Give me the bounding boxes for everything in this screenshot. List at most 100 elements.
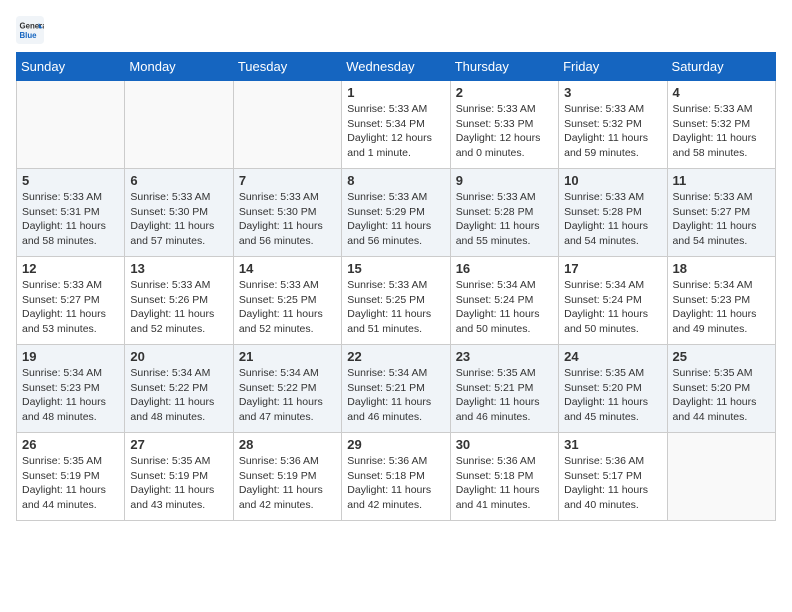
day-header-friday: Friday: [559, 53, 667, 81]
day-detail: Sunrise: 5:33 AM Sunset: 5:29 PM Dayligh…: [347, 190, 444, 249]
calendar-day-cell: 9 Sunrise: 5:33 AM Sunset: 5:28 PM Daylig…: [450, 169, 558, 257]
calendar-day-cell: [17, 81, 125, 169]
calendar-day-cell: 31 Sunrise: 5:36 AM Sunset: 5:17 PM Dayli…: [559, 433, 667, 521]
day-detail: Sunrise: 5:36 AM Sunset: 5:17 PM Dayligh…: [564, 454, 661, 513]
calendar-day-cell: 26 Sunrise: 5:35 AM Sunset: 5:19 PM Dayli…: [17, 433, 125, 521]
day-detail: Sunrise: 5:33 AM Sunset: 5:28 PM Dayligh…: [456, 190, 553, 249]
calendar-day-cell: [233, 81, 341, 169]
calendar-day-cell: [667, 433, 775, 521]
day-detail: Sunrise: 5:34 AM Sunset: 5:23 PM Dayligh…: [673, 278, 770, 337]
day-header-saturday: Saturday: [667, 53, 775, 81]
day-number: 7: [239, 173, 336, 188]
calendar-day-cell: 28 Sunrise: 5:36 AM Sunset: 5:19 PM Dayli…: [233, 433, 341, 521]
day-number: 13: [130, 261, 227, 276]
calendar-day-cell: 20Sunrise: 5:34 AM Sunset: 5:22 PM Dayli…: [125, 345, 233, 433]
calendar-week-row: 19 Sunrise: 5:34 AM Sunset: 5:23 PM Dayli…: [17, 345, 776, 433]
day-header-monday: Monday: [125, 53, 233, 81]
day-number: 4: [673, 85, 770, 100]
day-number: 15: [347, 261, 444, 276]
day-detail: Sunrise: 5:34 AM Sunset: 5:24 PM Dayligh…: [456, 278, 553, 337]
day-number: 2: [456, 85, 553, 100]
day-detail: Sunrise: 5:36 AM Sunset: 5:18 PM Dayligh…: [347, 454, 444, 513]
day-detail: Sunrise: 5:34 AM Sunset: 5:24 PM Dayligh…: [564, 278, 661, 337]
day-number: 24: [564, 349, 661, 364]
calendar-week-row: 26 Sunrise: 5:35 AM Sunset: 5:19 PM Dayli…: [17, 433, 776, 521]
calendar-day-cell: 18 Sunrise: 5:34 AM Sunset: 5:23 PM Dayli…: [667, 257, 775, 345]
day-number: 8: [347, 173, 444, 188]
logo-icon: General Blue: [16, 16, 44, 44]
calendar-day-cell: 14 Sunrise: 5:33 AM Sunset: 5:25 PM Dayli…: [233, 257, 341, 345]
day-detail: Sunrise: 5:33 AM Sunset: 5:33 PM Dayligh…: [456, 102, 553, 161]
calendar-day-cell: 13 Sunrise: 5:33 AM Sunset: 5:26 PM Dayli…: [125, 257, 233, 345]
calendar-day-cell: 25 Sunrise: 5:35 AM Sunset: 5:20 PM Dayli…: [667, 345, 775, 433]
calendar-day-cell: 2 Sunrise: 5:33 AM Sunset: 5:33 PM Daylig…: [450, 81, 558, 169]
day-number: 10: [564, 173, 661, 188]
day-detail: Sunrise: 5:33 AM Sunset: 5:27 PM Dayligh…: [22, 278, 119, 337]
calendar-day-cell: 3Sunrise: 5:33 AM Sunset: 5:32 PM Daylig…: [559, 81, 667, 169]
day-number: 19: [22, 349, 119, 364]
calendar-day-cell: 15 Sunrise: 5:33 AM Sunset: 5:25 PM Dayli…: [342, 257, 450, 345]
calendar-day-cell: 23 Sunrise: 5:35 AM Sunset: 5:21 PM Dayli…: [450, 345, 558, 433]
day-detail: Sunrise: 5:33 AM Sunset: 5:30 PM Dayligh…: [239, 190, 336, 249]
calendar-day-cell: 12 Sunrise: 5:33 AM Sunset: 5:27 PM Dayli…: [17, 257, 125, 345]
day-detail: Sunrise: 5:35 AM Sunset: 5:19 PM Dayligh…: [22, 454, 119, 513]
day-number: 27: [130, 437, 227, 452]
day-number: 17: [564, 261, 661, 276]
day-detail: Sunrise: 5:33 AM Sunset: 5:25 PM Dayligh…: [239, 278, 336, 337]
day-number: 28: [239, 437, 336, 452]
calendar-day-cell: 16Sunrise: 5:34 AM Sunset: 5:24 PM Dayli…: [450, 257, 558, 345]
day-header-wednesday: Wednesday: [342, 53, 450, 81]
calendar-day-cell: 22 Sunrise: 5:34 AM Sunset: 5:21 PM Dayli…: [342, 345, 450, 433]
day-detail: Sunrise: 5:36 AM Sunset: 5:19 PM Dayligh…: [239, 454, 336, 513]
day-header-thursday: Thursday: [450, 53, 558, 81]
day-detail: Sunrise: 5:33 AM Sunset: 5:26 PM Dayligh…: [130, 278, 227, 337]
day-detail: Sunrise: 5:33 AM Sunset: 5:25 PM Dayligh…: [347, 278, 444, 337]
calendar-day-cell: 11Sunrise: 5:33 AM Sunset: 5:27 PM Dayli…: [667, 169, 775, 257]
day-number: 20: [130, 349, 227, 364]
calendar-week-row: 5Sunrise: 5:33 AM Sunset: 5:31 PM Daylig…: [17, 169, 776, 257]
day-detail: Sunrise: 5:33 AM Sunset: 5:30 PM Dayligh…: [130, 190, 227, 249]
day-detail: Sunrise: 5:35 AM Sunset: 5:20 PM Dayligh…: [673, 366, 770, 425]
calendar-day-cell: 4 Sunrise: 5:33 AM Sunset: 5:32 PM Daylig…: [667, 81, 775, 169]
day-detail: Sunrise: 5:35 AM Sunset: 5:19 PM Dayligh…: [130, 454, 227, 513]
day-detail: Sunrise: 5:35 AM Sunset: 5:20 PM Dayligh…: [564, 366, 661, 425]
page-header: General Blue: [16, 16, 776, 44]
day-header-tuesday: Tuesday: [233, 53, 341, 81]
day-header-sunday: Sunday: [17, 53, 125, 81]
day-number: 23: [456, 349, 553, 364]
day-number: 6: [130, 173, 227, 188]
day-detail: Sunrise: 5:33 AM Sunset: 5:31 PM Dayligh…: [22, 190, 119, 249]
day-number: 14: [239, 261, 336, 276]
day-number: 1: [347, 85, 444, 100]
day-detail: Sunrise: 5:34 AM Sunset: 5:22 PM Dayligh…: [239, 366, 336, 425]
calendar-day-cell: 17 Sunrise: 5:34 AM Sunset: 5:24 PM Dayli…: [559, 257, 667, 345]
day-number: 29: [347, 437, 444, 452]
day-number: 18: [673, 261, 770, 276]
day-detail: Sunrise: 5:36 AM Sunset: 5:18 PM Dayligh…: [456, 454, 553, 513]
calendar-day-cell: [125, 81, 233, 169]
calendar-day-cell: 7 Sunrise: 5:33 AM Sunset: 5:30 PM Daylig…: [233, 169, 341, 257]
day-number: 25: [673, 349, 770, 364]
day-detail: Sunrise: 5:35 AM Sunset: 5:21 PM Dayligh…: [456, 366, 553, 425]
day-number: 3: [564, 85, 661, 100]
day-detail: Sunrise: 5:33 AM Sunset: 5:32 PM Dayligh…: [673, 102, 770, 161]
calendar-day-cell: 6 Sunrise: 5:33 AM Sunset: 5:30 PM Daylig…: [125, 169, 233, 257]
calendar-week-row: 12 Sunrise: 5:33 AM Sunset: 5:27 PM Dayli…: [17, 257, 776, 345]
day-number: 9: [456, 173, 553, 188]
calendar-week-row: 1 Sunrise: 5:33 AM Sunset: 5:34 PM Daylig…: [17, 81, 776, 169]
day-number: 26: [22, 437, 119, 452]
calendar-day-cell: 1 Sunrise: 5:33 AM Sunset: 5:34 PM Daylig…: [342, 81, 450, 169]
day-detail: Sunrise: 5:33 AM Sunset: 5:34 PM Dayligh…: [347, 102, 444, 161]
day-detail: Sunrise: 5:34 AM Sunset: 5:21 PM Dayligh…: [347, 366, 444, 425]
day-number: 12: [22, 261, 119, 276]
calendar-table: SundayMondayTuesdayWednesdayThursdayFrid…: [16, 52, 776, 521]
svg-text:Blue: Blue: [20, 31, 38, 40]
calendar-day-cell: 10 Sunrise: 5:33 AM Sunset: 5:28 PM Dayli…: [559, 169, 667, 257]
calendar-day-cell: 30Sunrise: 5:36 AM Sunset: 5:18 PM Dayli…: [450, 433, 558, 521]
day-detail: Sunrise: 5:33 AM Sunset: 5:28 PM Dayligh…: [564, 190, 661, 249]
day-detail: Sunrise: 5:34 AM Sunset: 5:23 PM Dayligh…: [22, 366, 119, 425]
day-number: 22: [347, 349, 444, 364]
calendar-day-cell: 21Sunrise: 5:34 AM Sunset: 5:22 PM Dayli…: [233, 345, 341, 433]
day-number: 31: [564, 437, 661, 452]
logo: General Blue: [16, 16, 48, 44]
